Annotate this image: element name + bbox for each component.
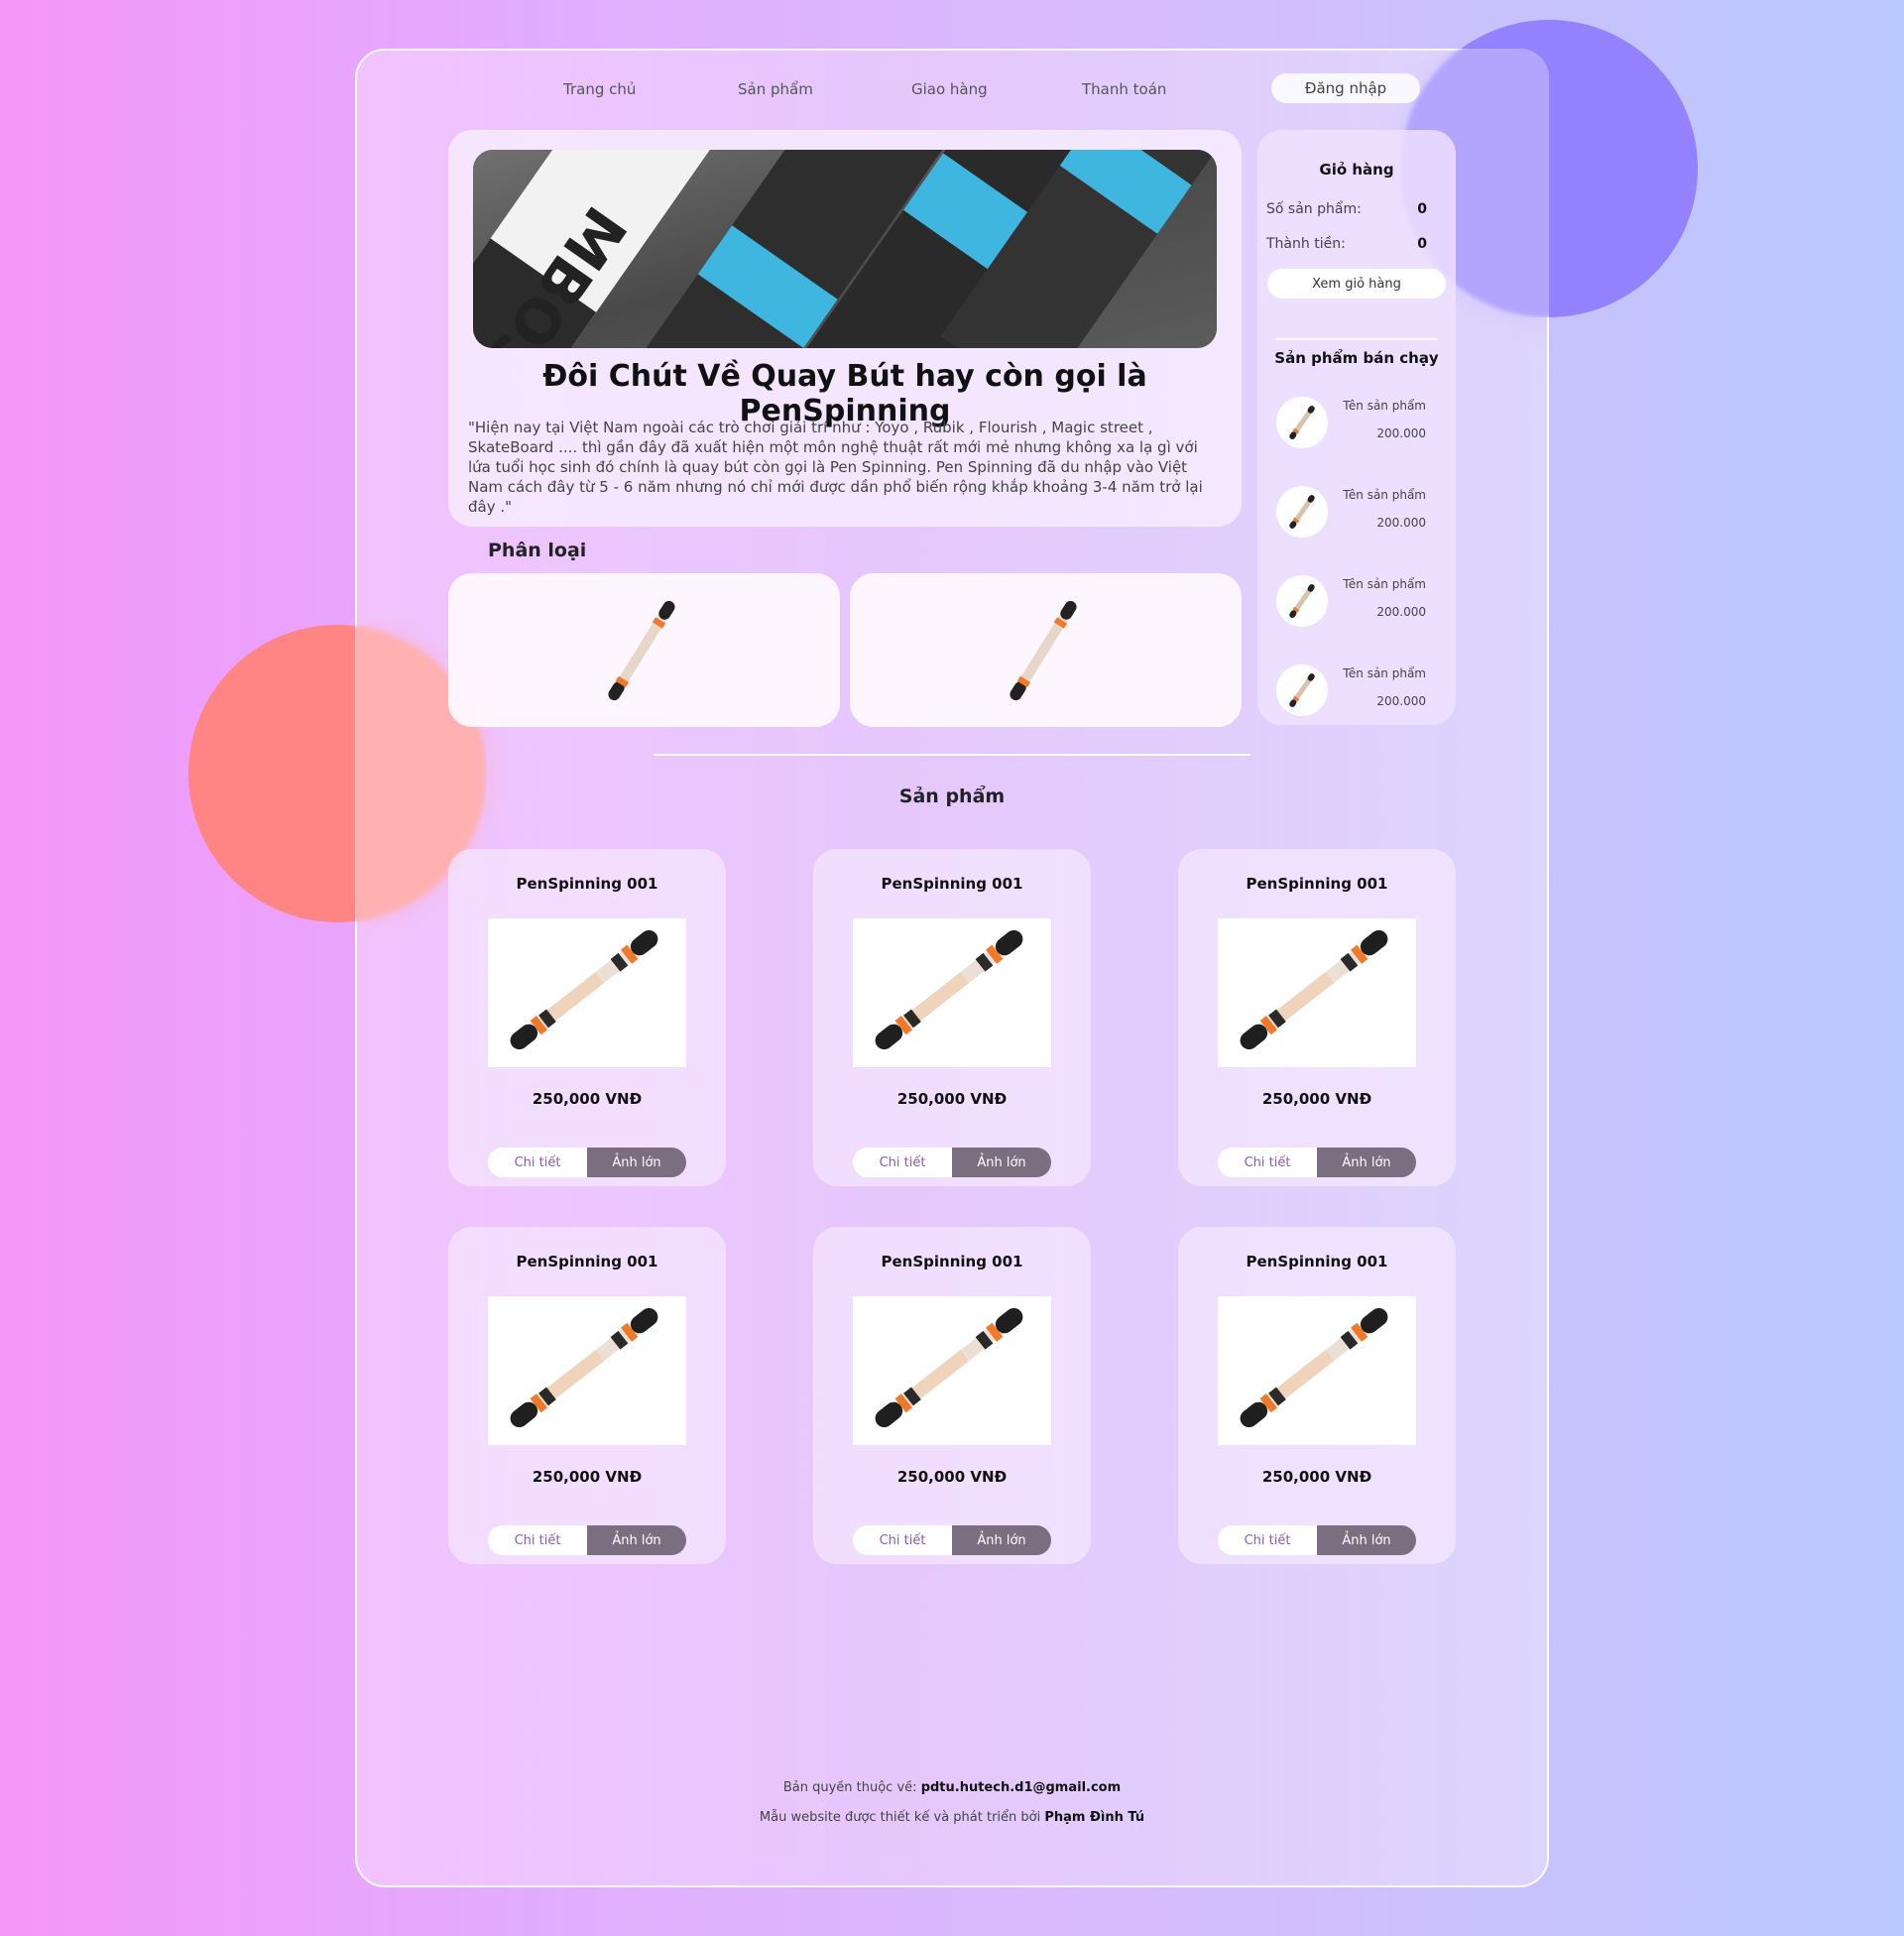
product-actions: Chi tiết Ảnh lớn (853, 1148, 1051, 1177)
footer-copyright-label: Bản quyền thuộc về: (782, 1780, 917, 1795)
bestseller-price: 200.000 (1376, 516, 1426, 530)
pen-icon (510, 929, 658, 1050)
bestseller-name[interactable]: Tên sản phẩm (1329, 488, 1426, 502)
product-card: PenSpinning 001 250,000 VNĐ Chi tiết Ảnh… (813, 849, 1091, 1186)
hero-image: MBOSS (473, 150, 1217, 348)
pen-rollers-photo: MBOSS (473, 150, 1217, 348)
pen-icon (1289, 406, 1315, 439)
product-card: PenSpinning 001 250,000 VNĐ Chi tiết Ảnh… (448, 1227, 726, 1564)
login-button[interactable]: Đăng nhập (1271, 73, 1420, 103)
product-name: PenSpinning 001 (1246, 875, 1388, 893)
nav-link-products[interactable]: Sản phẩm (738, 80, 813, 98)
nav-link-payment[interactable]: Thanh toán (1082, 80, 1166, 98)
footer-author: Phạm Đình Tú (1044, 1810, 1145, 1825)
product-image[interactable] (1218, 1296, 1416, 1445)
large-image-button[interactable]: Ảnh lớn (1317, 1525, 1416, 1555)
footer-credit-label: Mẫu website được thiết kế và phát triển … (759, 1810, 1041, 1825)
detail-button[interactable]: Chi tiết (1218, 1525, 1317, 1555)
detail-button[interactable]: Chi tiết (488, 1525, 587, 1555)
large-image-button[interactable]: Ảnh lớn (952, 1148, 1051, 1177)
product-price: 250,000 VNĐ (896, 1468, 1008, 1486)
nav-link-home[interactable]: Trang chủ (563, 80, 636, 98)
hero-description: "Hiện nay tại Việt Nam ngoài các trò chơ… (468, 419, 1203, 516)
cart-count-row: Số sản phẩm: 0 (1266, 201, 1427, 217)
product-price: 250,000 VNĐ (532, 1468, 643, 1486)
product-image[interactable] (853, 1296, 1051, 1445)
bestseller-thumbnail[interactable] (1276, 486, 1328, 538)
cart-total-row: Thành tiền: 0 (1266, 236, 1427, 252)
pen-icon (1240, 929, 1388, 1050)
detail-button[interactable]: Chi tiết (853, 1148, 952, 1177)
product-name: PenSpinning 001 (516, 875, 658, 893)
bestseller-price: 200.000 (1376, 426, 1426, 440)
pen-icon (1289, 495, 1315, 529)
cart-count-label: Số sản phẩm: (1266, 201, 1362, 217)
product-name: PenSpinning 001 (881, 1253, 1023, 1270)
product-actions: Chi tiết Ảnh lớn (1218, 1148, 1416, 1177)
product-card: PenSpinning 001 250,000 VNĐ Chi tiết Ảnh… (1178, 849, 1456, 1186)
large-image-button[interactable]: Ảnh lớn (587, 1525, 686, 1555)
pen-icon (608, 600, 675, 701)
bestsellers-title: Sản phẩm bán chạy (1274, 349, 1439, 367)
section-divider (654, 754, 1250, 756)
pen-icon (1240, 1307, 1388, 1428)
sidebar-divider (1276, 338, 1437, 340)
product-image[interactable] (1218, 918, 1416, 1067)
pen-icon (875, 929, 1023, 1050)
categories-heading: Phân loại (488, 540, 587, 561)
footer-credit: Mẫu website được thiết kế và phát triển … (355, 1810, 1549, 1825)
product-price: 250,000 VNĐ (896, 1090, 1008, 1108)
large-image-button[interactable]: Ảnh lớn (587, 1148, 686, 1177)
detail-button[interactable]: Chi tiết (853, 1525, 952, 1555)
cart-total-value: 0 (1417, 236, 1427, 252)
detail-button[interactable]: Chi tiết (1218, 1148, 1317, 1177)
bestseller-thumbnail[interactable] (1276, 397, 1328, 448)
product-actions: Chi tiết Ảnh lớn (488, 1148, 686, 1177)
bestseller-thumbnail[interactable] (1276, 665, 1328, 716)
product-card: PenSpinning 001 250,000 VNĐ Chi tiết Ảnh… (1178, 1227, 1456, 1564)
product-name: PenSpinning 001 (1246, 1253, 1388, 1270)
product-image[interactable] (488, 918, 686, 1067)
bestseller-name[interactable]: Tên sản phẩm (1329, 577, 1426, 591)
category-card[interactable] (850, 573, 1242, 727)
product-card: PenSpinning 001 250,000 VNĐ Chi tiết Ảnh… (448, 849, 726, 1186)
pen-icon (1289, 584, 1315, 618)
footer-email[interactable]: pdtu.hutech.d1@gmail.com (921, 1780, 1121, 1795)
product-image[interactable] (488, 1296, 686, 1445)
product-actions: Chi tiết Ảnh lớn (1218, 1525, 1416, 1555)
product-actions: Chi tiết Ảnh lớn (853, 1525, 1051, 1555)
cart-count-value: 0 (1417, 201, 1427, 217)
products-heading: Sản phẩm (898, 786, 1006, 807)
product-price: 250,000 VNĐ (532, 1090, 643, 1108)
product-actions: Chi tiết Ảnh lớn (488, 1525, 686, 1555)
product-card: PenSpinning 001 250,000 VNĐ Chi tiết Ảnh… (813, 1227, 1091, 1564)
product-price: 250,000 VNĐ (1261, 1090, 1372, 1108)
cart-title: Giỏ hàng (1319, 161, 1394, 179)
pen-icon (1010, 600, 1077, 701)
product-price: 250,000 VNĐ (1261, 1468, 1372, 1486)
nav-link-shipping[interactable]: Giao hàng (911, 80, 988, 98)
bestseller-price: 200.000 (1376, 694, 1426, 708)
product-image[interactable] (853, 918, 1051, 1067)
detail-button[interactable]: Chi tiết (488, 1148, 587, 1177)
bestseller-name[interactable]: Tên sản phẩm (1329, 399, 1426, 413)
pen-icon (510, 1307, 658, 1428)
bestseller-name[interactable]: Tên sản phẩm (1329, 666, 1426, 680)
cart-total-label: Thành tiền: (1266, 236, 1346, 252)
product-name: PenSpinning 001 (516, 1253, 658, 1270)
pen-icon (875, 1307, 1023, 1428)
bestseller-thumbnail[interactable] (1276, 575, 1328, 627)
large-image-button[interactable]: Ảnh lớn (952, 1525, 1051, 1555)
view-cart-button[interactable]: Xem giỏ hàng (1267, 269, 1446, 299)
large-image-button[interactable]: Ảnh lớn (1317, 1148, 1416, 1177)
category-card[interactable] (448, 573, 840, 727)
bestseller-price: 200.000 (1376, 605, 1426, 619)
footer-copyright: Bản quyền thuộc về: pdtu.hutech.d1@gmail… (355, 1780, 1549, 1795)
product-name: PenSpinning 001 (881, 875, 1023, 893)
pen-icon (1289, 673, 1315, 707)
